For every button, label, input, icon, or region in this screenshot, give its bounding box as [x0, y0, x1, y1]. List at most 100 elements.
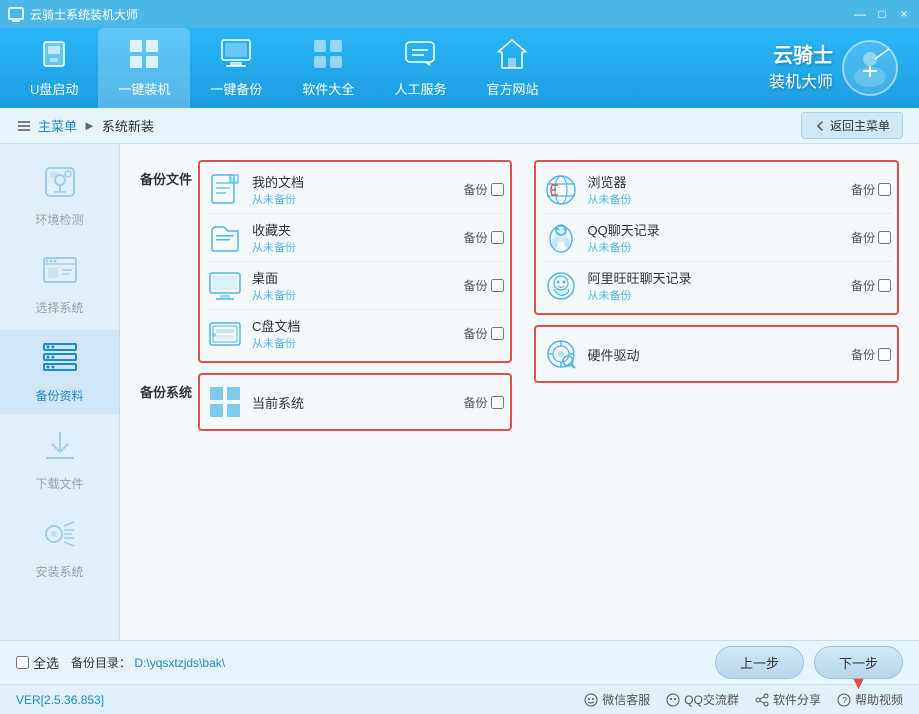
sidebar-label-env-check: 环境检测	[35, 211, 83, 228]
software-icon	[312, 38, 344, 75]
sidebar-label-download-file: 下载文件	[35, 475, 83, 492]
breadcrumb-bar: 主菜单 ► 系统新装 返回主菜单	[0, 108, 919, 144]
backup-system-section: 当前系统 备份	[198, 373, 512, 431]
maximize-btn[interactable]: □	[875, 7, 889, 21]
qq-chat-icon	[542, 221, 580, 255]
sidebar-label-select-system: 选择系统	[35, 299, 83, 316]
website-icon	[496, 38, 528, 75]
select-all-checkbox[interactable]	[16, 656, 29, 669]
app-icon	[8, 6, 24, 22]
status-link-qq[interactable]: QQ交流群	[666, 691, 739, 708]
next-button[interactable]: 下一步 ▼	[814, 646, 903, 679]
list-item: 浏览器 从未备份 备份	[542, 166, 892, 214]
onekey-install-icon	[128, 38, 160, 75]
menu-icon	[16, 118, 32, 134]
browser-checkbox[interactable]	[878, 183, 891, 196]
minimize-btn[interactable]: —	[853, 7, 867, 21]
c-docs-icon	[206, 317, 244, 351]
titlebar: 云骑士系统装机大师 — □ ×	[0, 0, 919, 28]
status-links: 微信客服 QQ交流群 软件分享 ? 帮助视	[584, 691, 903, 708]
desktop-check: 备份	[463, 277, 503, 294]
hardware-driver-checkbox[interactable]	[878, 348, 891, 361]
backup-files-section: 我的文档 从未备份 备份	[198, 160, 512, 363]
browser-icon	[542, 173, 580, 207]
sidebar-item-install-system[interactable]: 安装系统	[0, 506, 119, 590]
status-link-help[interactable]: ? 帮助视频	[837, 691, 903, 708]
nav-item-software[interactable]: 软件大全	[282, 28, 374, 108]
my-docs-checkbox[interactable]	[491, 183, 504, 196]
sidebar-label-backup-data: 备份资料	[35, 387, 83, 404]
status-link-wechat[interactable]: 微信客服	[584, 691, 650, 708]
window-controls: — □ ×	[853, 7, 911, 21]
sidebar-item-env-check[interactable]: 环境检测	[0, 154, 119, 238]
status-link-share[interactable]: 软件分享	[755, 691, 821, 708]
brand-logo	[841, 39, 899, 97]
sidebar-item-download-file[interactable]: 下载文件	[0, 418, 119, 502]
backup-dir: 备份目录： D:\yqsxtzjds\bak\	[71, 654, 703, 671]
qq-chat-status: 从未备份	[588, 239, 843, 255]
desktop-checkbox[interactable]	[491, 279, 504, 292]
nav-item-onekey-backup[interactable]: 一键备份	[190, 28, 282, 108]
app-title: 云骑士系统装机大师	[30, 6, 853, 23]
list-item: 当前系统 备份	[206, 379, 504, 425]
content-area: 备份文件	[120, 144, 919, 640]
main-layout: 环境检测 选择系统	[0, 144, 919, 640]
desktop-icon	[206, 269, 244, 303]
nav-label-usb: U盘启动	[30, 79, 78, 98]
env-check-icon	[42, 164, 78, 207]
aliwangwang-name: 阿里旺旺聊天记录	[588, 268, 843, 287]
qq-chat-checkbox[interactable]	[878, 231, 891, 244]
prev-button[interactable]: 上一步	[715, 646, 804, 679]
favorites-check: 备份	[463, 229, 503, 246]
breadcrumb-home[interactable]: 主菜单	[38, 116, 77, 135]
brand: 云骑士 装机大师	[769, 39, 899, 97]
backup-dir-path[interactable]: D:\yqsxtzjds\bak\	[134, 656, 225, 670]
backup-apps-section: 浏览器 从未备份 备份	[534, 160, 900, 315]
download-file-icon	[42, 428, 78, 471]
bottom-bar: 全选 备份目录： D:\yqsxtzjds\bak\ 上一步 下一步 ▼	[0, 640, 919, 684]
svg-text:?: ?	[842, 696, 847, 705]
breadcrumb-current: 系统新装	[102, 116, 154, 135]
nav-item-usb[interactable]: U盘启动	[10, 28, 98, 108]
current-system-check: 备份	[463, 394, 503, 411]
share-icon	[755, 693, 769, 707]
usb-icon	[38, 38, 70, 75]
aliwangwang-status: 从未备份	[588, 287, 843, 303]
aliwangwang-check: 备份	[851, 277, 891, 294]
breadcrumb-separator: ►	[83, 118, 96, 133]
list-item: 硬件驱动 备份	[542, 331, 892, 377]
nav-item-onekey-install[interactable]: 一键装机	[98, 28, 190, 108]
nav-item-service[interactable]: 人工服务	[374, 28, 466, 108]
nav-label-software: 软件大全	[302, 79, 354, 98]
current-system-checkbox[interactable]	[491, 396, 504, 409]
qq-chat-check: 备份	[851, 229, 891, 246]
backup-data-icon	[42, 340, 78, 383]
list-item: QQ聊天记录 从未备份 备份	[542, 214, 892, 262]
install-system-icon	[42, 516, 78, 559]
browser-check: 备份	[851, 181, 891, 198]
backup-hardware-section: 硬件驱动 备份	[534, 325, 900, 383]
c-docs-checkbox[interactable]	[491, 327, 504, 340]
breadcrumb: 主菜单 ► 系统新装	[16, 116, 154, 135]
service-icon	[404, 38, 436, 75]
close-btn[interactable]: ×	[897, 7, 911, 21]
c-docs-name: C盘文档	[252, 316, 455, 335]
aliwangwang-checkbox[interactable]	[878, 279, 891, 292]
browser-status: 从未备份	[588, 191, 843, 207]
hardware-driver-icon	[542, 337, 580, 371]
hardware-driver-name: 硬件驱动	[588, 345, 843, 364]
nav-label-website: 官方网站	[486, 79, 538, 98]
hardware-driver-check: 备份	[851, 346, 891, 363]
onekey-backup-icon	[220, 38, 252, 75]
sidebar-label-install-system: 安装系统	[35, 563, 83, 580]
sidebar-item-select-system[interactable]: 选择系统	[0, 242, 119, 326]
backup-system-label: 备份系统	[140, 373, 192, 404]
back-button[interactable]: 返回主菜单	[801, 112, 903, 139]
my-docs-check: 备份	[463, 181, 503, 198]
wechat-icon	[584, 693, 598, 707]
sidebar-item-backup-data[interactable]: 备份资料	[0, 330, 119, 414]
favorites-icon	[206, 221, 244, 255]
navbar: U盘启动 一键装机 一键备份	[0, 28, 919, 108]
favorites-checkbox[interactable]	[491, 231, 504, 244]
nav-item-website[interactable]: 官方网站	[466, 28, 558, 108]
